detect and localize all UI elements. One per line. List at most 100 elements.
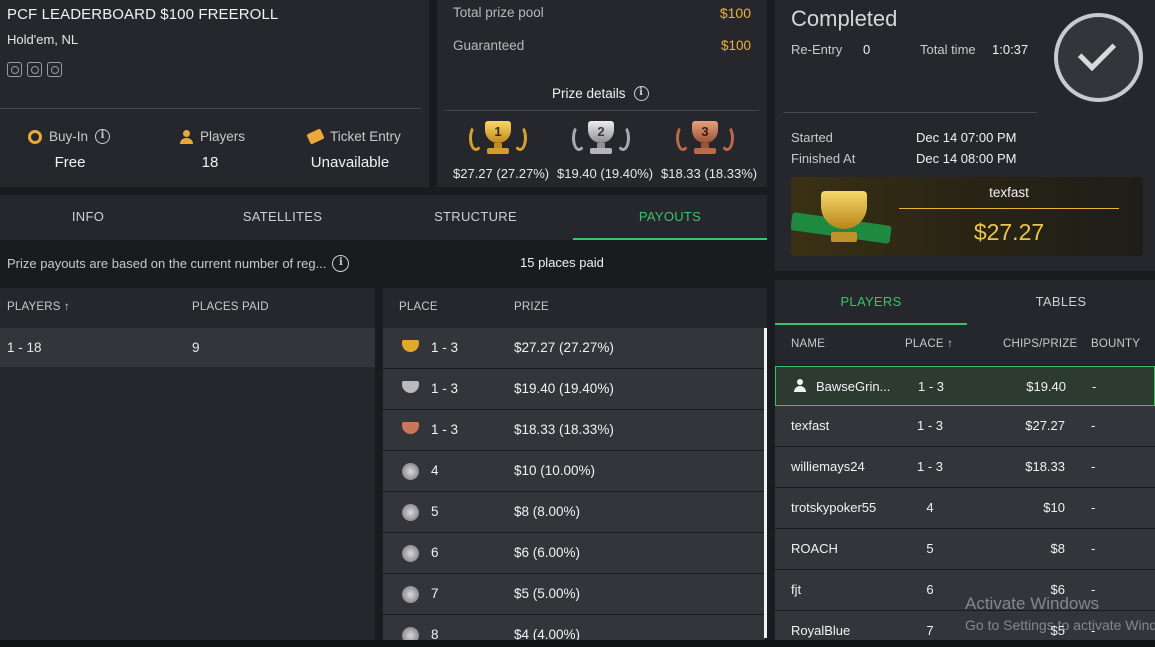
ticket-icon [306, 128, 325, 145]
total-prize-label: Total prize pool [453, 5, 544, 20]
payout-prize: $10 (10.00%) [514, 463, 596, 478]
buyin-value: Free [54, 154, 86, 171]
players-range: 1 - 18 [7, 340, 42, 355]
payout-prize: $6 (6.00%) [514, 545, 581, 560]
player-row-self[interactable]: BawseGrin... 1 - 3 $19.40 - [775, 366, 1155, 406]
star-badge-icon [402, 586, 419, 603]
activation-watermark-text: Go to Settings to activate Windows. [965, 617, 1155, 633]
winner-name: texfast [989, 185, 1029, 200]
total-prize-row: Total prize pool $100 [453, 5, 751, 21]
ticket-value: Unavailable [310, 154, 390, 171]
player-name: ROACH [791, 541, 838, 556]
target-icon [7, 62, 22, 77]
info-icon[interactable]: i [332, 255, 350, 272]
bounty-column-header: BOUNTY [1091, 338, 1141, 350]
player-chips: $19.40 [1026, 379, 1066, 394]
payout-place: 5 [431, 504, 439, 519]
activation-watermark-title: Activate Windows [965, 594, 1100, 613]
payout-place: 4 [431, 463, 439, 478]
tab-tables[interactable]: TABLES [967, 280, 1155, 325]
table-empty-area [0, 367, 375, 647]
finished-value: Dec 14 08:00 PM [916, 151, 1017, 166]
winner-divider [899, 208, 1119, 209]
total-time-value: 1:0:37 [992, 42, 1029, 57]
ticket-label-text: Ticket Entry [330, 129, 401, 144]
player-row[interactable]: ROACH 5 $8 - [775, 529, 1155, 569]
bronze-trophy-icon [402, 422, 419, 434]
divider [783, 112, 1037, 113]
scrollbar[interactable] [764, 328, 767, 638]
player-name: BawseGrin... [816, 379, 891, 394]
reentry-label: Re-Entry [791, 42, 843, 57]
table-row: 1 - 3 $19.40 (19.40%) [383, 369, 765, 409]
gold-trophy-icon [402, 340, 419, 352]
taskbar-edge [0, 640, 1155, 647]
player-place: 5 [926, 541, 934, 556]
tab-bar: INFO SATELLITES STRUCTURE PAYOUTS [0, 195, 767, 240]
players-label: Players [180, 129, 245, 144]
guaranteed-label: Guaranteed [453, 38, 525, 53]
player-name: fjt [791, 582, 802, 597]
payout-note-text: Prize payouts are based on the current n… [7, 256, 327, 271]
places-paid-value: 9 [192, 340, 200, 355]
players-label-text: Players [200, 129, 246, 144]
player-row[interactable]: trotskypoker55 4 $10 - [775, 488, 1155, 528]
player-place: 1 - 3 [916, 418, 943, 433]
tab-info[interactable]: INFO [0, 195, 176, 240]
info-icon[interactable]: i [95, 129, 111, 144]
divider [445, 110, 759, 111]
finished-label: Finished At [791, 151, 856, 166]
guaranteed-value: $100 [720, 38, 751, 53]
places-paid-text: 15 places paid [520, 255, 604, 270]
players-places-header: PLAYERS ↑ PLACES PAID [0, 288, 375, 328]
players-column-header[interactable]: PLAYERS ↑ [7, 301, 70, 313]
tab-satellites[interactable]: SATELLITES [190, 195, 375, 240]
player-bounty: - [1092, 379, 1097, 394]
tab-payouts[interactable]: PAYOUTS [573, 195, 767, 240]
player-chips: $27.27 [1025, 418, 1065, 433]
player-place: 7 [926, 623, 934, 638]
table-row: 4 $10 (10.00%) [383, 451, 765, 491]
status-title: Completed [791, 6, 898, 31]
payout-prize: $5 (5.00%) [514, 586, 581, 601]
gold-trophy-icon: 1 [463, 117, 533, 159]
name-column-header: NAME [791, 338, 826, 350]
buyin-label-text: Buy-In [49, 129, 89, 144]
player-name: williemays24 [791, 459, 865, 474]
star-badge-icon [402, 463, 419, 480]
player-place: 4 [926, 500, 934, 515]
player-bounty: - [1091, 418, 1096, 433]
player-place: 1 - 3 [917, 379, 944, 394]
player-row[interactable]: williemays24 1 - 3 $18.33 - [775, 447, 1155, 487]
star-badge-icon [402, 504, 419, 521]
divider [0, 108, 421, 109]
payout-place: 1 - 3 [431, 381, 459, 396]
tab-structure[interactable]: STRUCTURE [383, 195, 568, 240]
payout-prize: $8 (8.00%) [514, 504, 581, 519]
first-prize-amount: $27.27 (27.27%) [453, 166, 550, 181]
chip-icon [28, 129, 42, 144]
bronze-trophy-icon: 3 [670, 117, 740, 159]
table-row: 7 $5 (5.00%) [383, 574, 765, 614]
payout-prize: $18.33 (18.33%) [514, 422, 614, 437]
player-name: trotskypoker55 [791, 500, 877, 515]
player-place: 1 - 3 [916, 459, 943, 474]
place-column-header[interactable]: PLACE ↑ [905, 338, 953, 350]
prize-details-label: Prize details [552, 86, 626, 101]
player-name: texfast [791, 418, 830, 433]
tab-players[interactable]: PLAYERS [775, 280, 967, 325]
table-row: 6 $6 (6.00%) [383, 533, 765, 573]
table-row[interactable]: 1 - 18 9 [0, 328, 375, 367]
player-name: RoyalBlue [791, 623, 851, 638]
table-row: 1 - 3 $27.27 (27.27%) [383, 328, 765, 368]
user-icon [794, 379, 806, 393]
table-row: 1 - 3 $18.33 (18.33%) [383, 410, 765, 450]
place-column-header: PLACE [399, 301, 438, 313]
player-chips: $10 [1043, 500, 1065, 515]
player-row[interactable]: texfast 1 - 3 $27.27 - [775, 406, 1155, 446]
winner-amount: $27.27 [973, 219, 1045, 245]
silver-trophy-icon: 2 [566, 117, 636, 159]
info-icon[interactable]: i [633, 86, 649, 101]
second-prize-amount: $19.40 (19.40%) [557, 166, 654, 181]
chips-prize-column-header: CHIPS/PRIZE [1003, 338, 1078, 350]
